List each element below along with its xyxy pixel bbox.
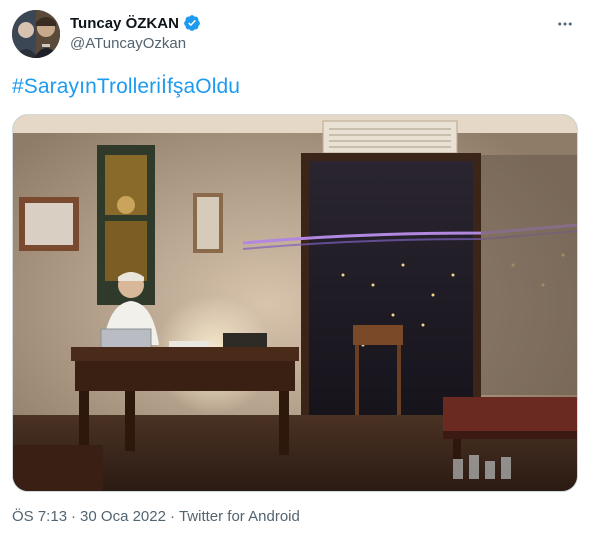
photo-room-scene: [13, 115, 577, 491]
tweet: Tuncay ÖZKAN @ATuncayOzkan #SarayınTroll…: [0, 0, 591, 541]
tweet-time[interactable]: ÖS 7:13: [12, 508, 67, 525]
author-display-name[interactable]: Tuncay ÖZKAN: [70, 15, 179, 32]
avatar-image: [12, 10, 60, 58]
verified-badge-icon: [183, 14, 201, 32]
meta-separator: ·: [71, 508, 77, 525]
author-name-row[interactable]: Tuncay ÖZKAN: [70, 12, 201, 34]
tweet-meta: ÖS 7:13 · 30 Oca 2022 · Twitter for Andr…: [12, 508, 300, 525]
meta-separator-2: ·: [169, 508, 175, 525]
author-handle[interactable]: @ATuncayOzkan: [70, 35, 186, 52]
tweet-source[interactable]: Twitter for Android: [179, 508, 300, 525]
tweet-date[interactable]: 30 Oca 2022: [80, 508, 166, 525]
avatar[interactable]: [12, 10, 60, 58]
tweet-photo[interactable]: [12, 114, 578, 492]
more-options-icon[interactable]: [553, 12, 577, 36]
tweet-hashtag[interactable]: #SarayınTrolleriİfşaOldu: [12, 75, 240, 99]
